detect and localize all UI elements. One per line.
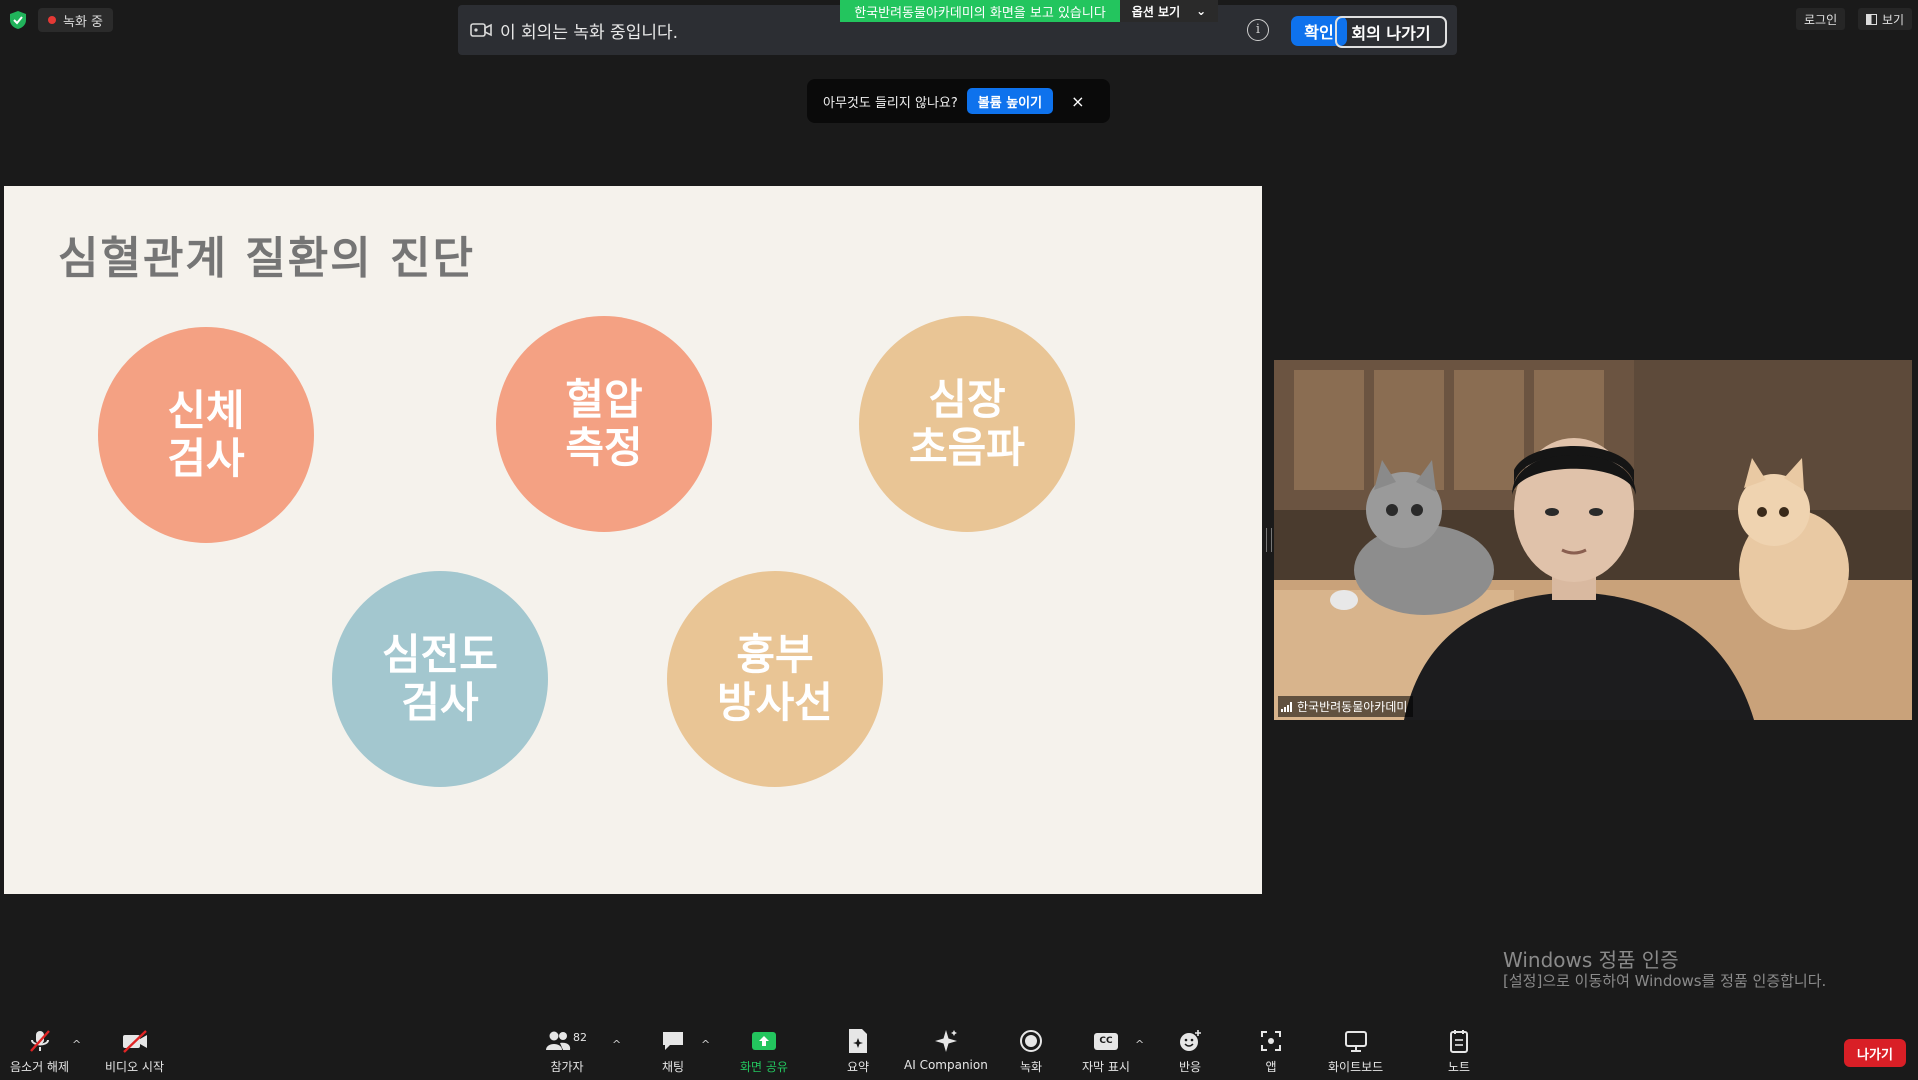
view-options-button[interactable]: 옵션 보기 ⌄	[1120, 0, 1218, 22]
chat-bubble-icon	[658, 1028, 688, 1054]
sparkle-icon	[931, 1028, 961, 1054]
toast-text: 아무것도 들리지 않나요?	[823, 95, 958, 111]
apps-button[interactable]: 앱	[1256, 1028, 1286, 1075]
summary-document-icon	[843, 1028, 873, 1054]
view-options-label: 옵션 보기	[1131, 4, 1181, 19]
video-off-icon	[120, 1028, 150, 1054]
audio-options-caret-icon[interactable]: ^	[72, 1038, 81, 1051]
reactions-button[interactable]: 반응	[1175, 1028, 1205, 1075]
recording-dot-icon	[48, 16, 56, 24]
participants-label: 참가자	[550, 1060, 584, 1074]
view-button-label: 보기	[1882, 12, 1905, 27]
recording-label: 녹화 중	[63, 14, 104, 30]
view-layout-icon	[1866, 13, 1877, 25]
reactions-label: 반응	[1178, 1060, 1202, 1074]
whiteboard-label: 화이트보드	[1328, 1060, 1384, 1074]
chat-label: 채팅	[661, 1060, 685, 1074]
resize-handle[interactable]	[1266, 528, 1272, 552]
closed-captions-icon: CC	[1091, 1028, 1121, 1054]
viewing-screen-banner: 한국반려동물아카데미의 화면을 보고 있습니다	[840, 0, 1120, 22]
notes-button[interactable]: 노트	[1444, 1028, 1474, 1075]
diagnosis-circle-chest-xray: 흉부 방사선	[667, 571, 883, 787]
volume-toast: 아무것도 들리지 않나요? 볼륨 높이기 ×	[807, 79, 1110, 123]
shield-icon[interactable]	[8, 10, 28, 30]
video-camera-icon	[470, 23, 492, 37]
participant-video-tile[interactable]: 한국반려동물아카데미	[1274, 360, 1912, 720]
apps-label: 앱	[1265, 1060, 1277, 1074]
share-screen-button[interactable]: 화면 공유	[740, 1028, 788, 1075]
increase-volume-button[interactable]: 볼륨 높이기	[966, 88, 1054, 114]
participants-button[interactable]: 82 참가자	[545, 1028, 589, 1075]
ai-companion-label: AI Companion	[904, 1058, 988, 1072]
participants-count: 82	[573, 1030, 587, 1044]
share-screen-icon	[749, 1028, 779, 1054]
diagnosis-circle-echocardiogram: 심장 초음파	[859, 316, 1075, 532]
diagnosis-circle-blood-pressure: 혈압 측정	[496, 316, 712, 532]
recording-indicator[interactable]: 녹화 중	[38, 8, 114, 32]
close-icon[interactable]: ×	[1071, 92, 1084, 111]
captions-button[interactable]: CC 자막 표시	[1082, 1028, 1130, 1075]
participant-name-tag: 한국반려동물아카데미	[1278, 696, 1414, 717]
share-screen-label: 화면 공유	[740, 1060, 788, 1074]
windows-activation-subtitle: [설정]으로 이동하여 Windows를 정품 인증합니다.	[1503, 972, 1827, 990]
whiteboard-button[interactable]: 화이트보드	[1328, 1028, 1383, 1075]
windows-activation-title: Windows 정품 인증	[1503, 948, 1679, 972]
record-icon	[1016, 1028, 1046, 1054]
diagnosis-circle-physical-exam: 신체 검사	[98, 327, 314, 543]
ai-companion-button[interactable]: AI Companion	[904, 1028, 988, 1072]
recording-notice-text: 이 회의는 녹화 중입니다.	[500, 22, 679, 43]
chat-caret-icon[interactable]: ^	[701, 1038, 710, 1051]
diagnosis-circle-ecg: 심전도 검사	[332, 571, 548, 787]
chevron-down-icon: ⌄	[1196, 4, 1207, 18]
participants-caret-icon[interactable]: ^	[612, 1038, 621, 1051]
whiteboard-icon	[1341, 1028, 1371, 1054]
captions-label: 자막 표시	[1082, 1060, 1130, 1074]
summary-label: 요약	[846, 1060, 870, 1074]
record-label: 녹화	[1019, 1060, 1043, 1074]
video-feed-image	[1274, 360, 1912, 720]
start-video-button[interactable]: 비디오 시작	[105, 1028, 164, 1075]
view-button[interactable]: 보기	[1858, 8, 1913, 30]
summary-button[interactable]: 요약	[843, 1028, 873, 1075]
slide-title: 심혈관계 질환의 진단	[58, 233, 475, 284]
login-button[interactable]: 로그인	[1796, 8, 1846, 30]
info-icon[interactable]: i	[1247, 19, 1269, 41]
captions-caret-icon[interactable]: ^	[1135, 1038, 1144, 1051]
signal-bars-icon	[1281, 701, 1292, 712]
smiley-icon	[1175, 1028, 1205, 1054]
notes-icon	[1444, 1028, 1474, 1054]
record-button[interactable]: 녹화	[1016, 1028, 1046, 1075]
leave-meeting-button[interactable]: 회의 나가기	[1335, 16, 1447, 48]
apps-grid-icon	[1256, 1028, 1286, 1054]
unmute-label: 음소거 해제	[10, 1060, 70, 1074]
participants-icon: 82	[545, 1028, 589, 1054]
notes-label: 노트	[1447, 1060, 1471, 1074]
unmute-button[interactable]: 음소거 해제	[10, 1028, 69, 1075]
leave-button[interactable]: 나가기	[1844, 1039, 1906, 1067]
meeting-toolbar: 음소거 해제 ^ 비디오 시작 82 참가자 ^ 채팅 ^ 화면 공유 요약 A…	[0, 1010, 1918, 1080]
participant-name: 한국반려동물아카데미	[1297, 700, 1408, 714]
start-video-label: 비디오 시작	[105, 1060, 165, 1074]
microphone-muted-icon	[25, 1028, 55, 1054]
shared-slide: 심혈관계 질환의 진단 신체 검사 혈압 측정 심장 초음파 심전도 검사 흉부…	[4, 186, 1262, 894]
cc-badge: CC	[1093, 1032, 1118, 1050]
chat-button[interactable]: 채팅	[658, 1028, 688, 1075]
